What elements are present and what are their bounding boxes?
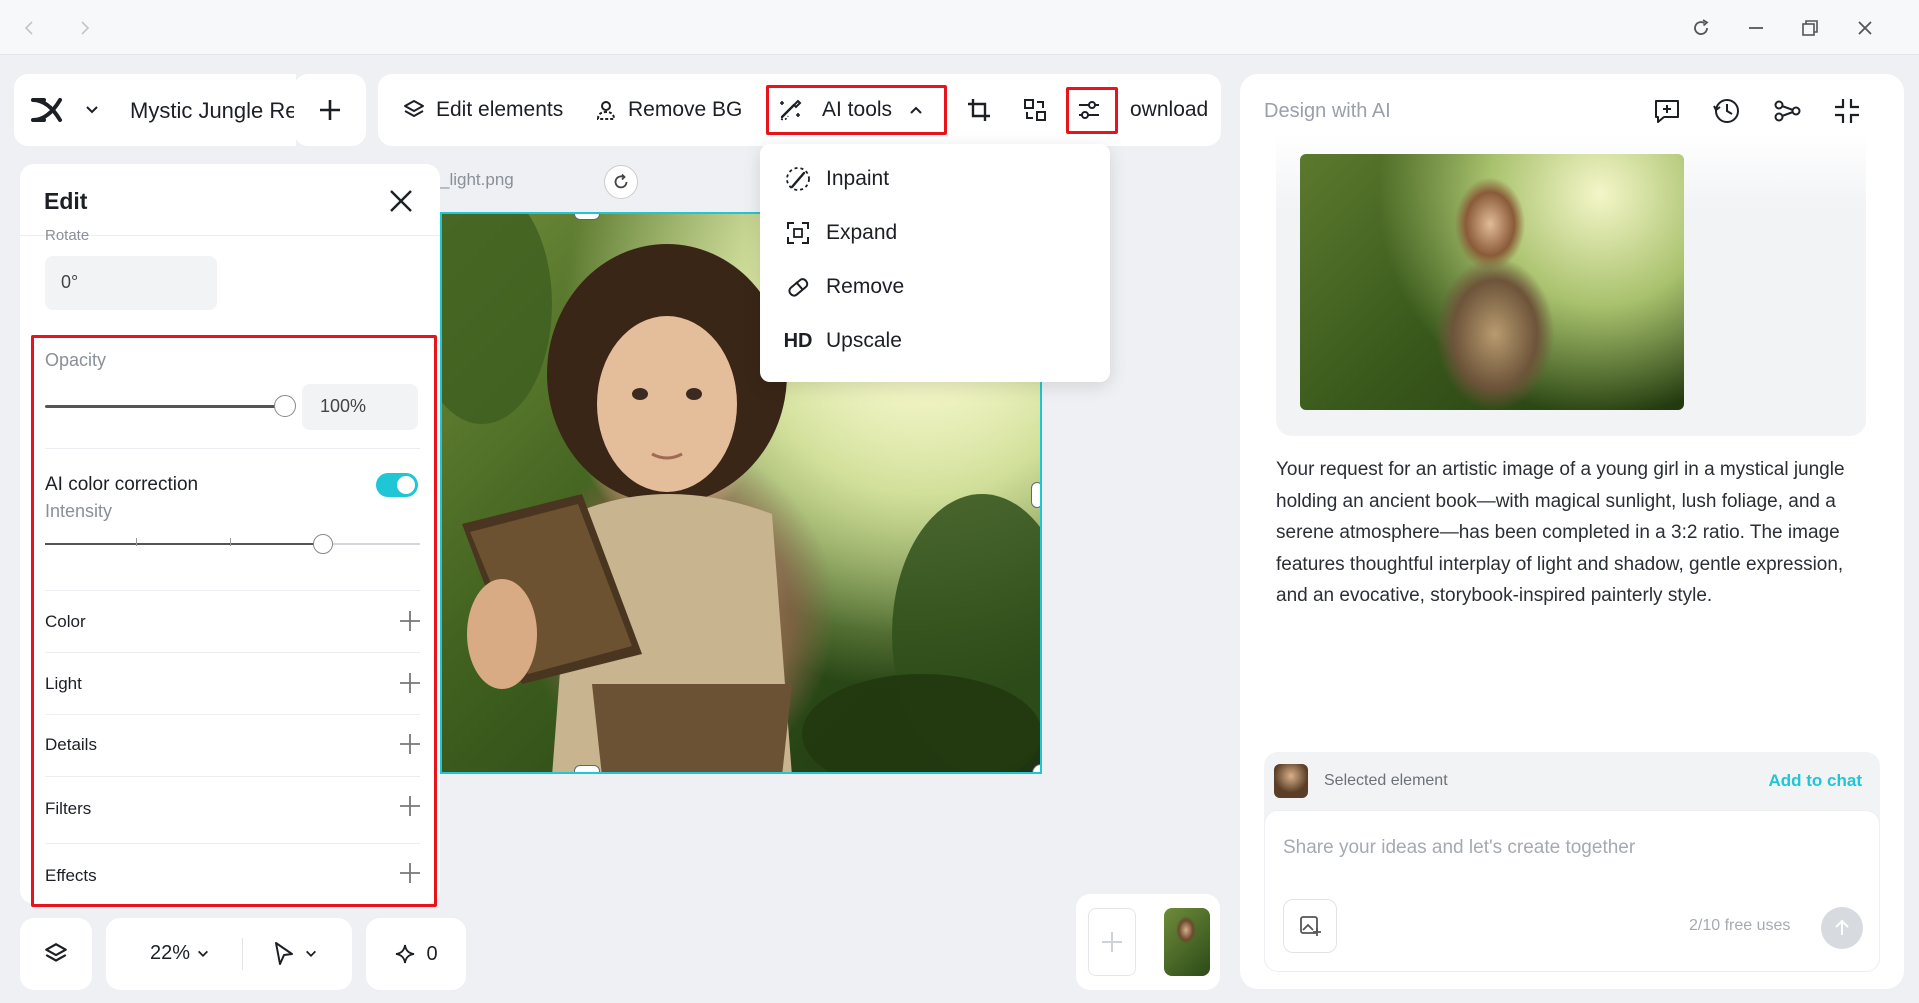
expand-icon <box>787 222 809 244</box>
page-thumbnail[interactable] <box>1164 908 1210 976</box>
menu-item-upscale[interactable]: HD Upscale <box>784 326 902 356</box>
rotate-icon <box>614 173 628 189</box>
crop-icon <box>968 99 990 121</box>
free-uses-count: 2/10 free uses <box>1689 917 1791 934</box>
zoom-divider <box>242 938 243 970</box>
canvas-filename: _light.png <box>440 170 514 189</box>
window-close-button[interactable] <box>1849 12 1881 44</box>
adjustments-highlight <box>31 335 437 907</box>
zoom-control: 22% <box>106 918 352 990</box>
chevron-down-icon <box>306 950 316 957</box>
crop-button[interactable] <box>966 74 992 146</box>
credits-count: 0 <box>426 942 438 965</box>
ai-tools-menu: Inpaint Expand Remove HD Upscale <box>760 144 1110 382</box>
rotate-input[interactable]: 0° <box>45 256 217 310</box>
menu-item-inpaint[interactable]: Inpaint <box>784 164 889 194</box>
design-with-ai-panel: Design with AI Your request for an artis… <box>1240 74 1904 989</box>
minimize-icon <box>1749 27 1763 29</box>
adjust-highlight <box>1066 87 1118 134</box>
restore-button[interactable] <box>1794 12 1826 44</box>
forward-button[interactable] <box>68 12 100 44</box>
logo-icon <box>31 98 62 122</box>
ai-panel-title: Design with AI <box>1264 100 1391 122</box>
add-button[interactable] <box>294 74 366 146</box>
logo-menu-chevron[interactable] <box>84 102 100 118</box>
chevron-left-icon <box>24 21 33 35</box>
arrow-up-icon <box>1835 919 1849 935</box>
generated-image-thumbnail[interactable] <box>1300 154 1684 410</box>
plus-icon <box>1102 932 1122 952</box>
rotate-handle[interactable] <box>604 165 638 199</box>
download-label: ownload <box>1130 98 1209 121</box>
inpaint-brush-icon <box>786 167 810 191</box>
selected-element-label: Selected element <box>1324 772 1448 789</box>
pointer-tool-dropdown[interactable] <box>272 940 318 968</box>
reload-icon <box>1694 19 1709 35</box>
app-logo-button[interactable] <box>30 96 66 124</box>
close-icon <box>390 190 412 212</box>
rotate-label: Rotate <box>45 227 90 244</box>
attach-image-button[interactable] <box>1283 899 1337 953</box>
menu-item-label: Remove <box>826 275 905 298</box>
back-button[interactable] <box>14 12 46 44</box>
chevron-down-icon <box>198 950 209 957</box>
add-page-button[interactable] <box>1088 908 1136 976</box>
menu-item-remove[interactable]: Remove <box>784 272 904 302</box>
menu-item-expand[interactable]: Expand <box>784 218 897 248</box>
edit-panel-close-button[interactable] <box>388 188 414 214</box>
restore-icon <box>1802 20 1818 36</box>
menu-item-label: Expand <box>826 221 898 244</box>
layers-icon <box>404 100 424 117</box>
reload-button[interactable] <box>1685 12 1717 44</box>
cursor-icon <box>275 942 293 965</box>
close-icon <box>1858 21 1872 35</box>
edit-elements-button[interactable]: Edit elements <box>402 74 563 146</box>
ai-tools-highlight <box>766 85 947 135</box>
image-add-icon <box>1300 916 1321 936</box>
chat-input[interactable]: Share your ideas and let's create togeth… <box>1283 837 1635 859</box>
chevron-down-icon <box>86 106 98 114</box>
zoom-dropdown[interactable]: 22% <box>150 942 210 965</box>
person-icon <box>596 101 616 120</box>
collapse-icon <box>1835 99 1859 123</box>
title-bar <box>0 0 1919 55</box>
resize-handle-top[interactable] <box>574 214 600 220</box>
remove-bg-label: Remove BG <box>628 98 743 121</box>
sparkle-icon <box>396 944 415 964</box>
chevron-right-icon <box>81 21 90 35</box>
remove-bg-button[interactable]: Remove BG <box>594 74 742 146</box>
hd-icon: HD <box>783 329 813 352</box>
transform-icon <box>1024 99 1046 121</box>
edit-panel-title: Edit <box>44 188 88 214</box>
selected-element-thumbnail <box>1274 764 1308 798</box>
layers-button[interactable] <box>20 918 92 990</box>
collapse-panel-button[interactable] <box>1832 96 1862 126</box>
edit-elements-label: Edit elements <box>436 98 564 121</box>
chat-input-box: Share your ideas and let's create togeth… <box>1264 810 1880 972</box>
ai-response-text: Your request for an artistic image of a … <box>1276 459 1845 606</box>
transform-button[interactable] <box>1022 74 1048 146</box>
share-icon <box>1774 100 1801 122</box>
history-button[interactable] <box>1712 96 1742 126</box>
project-title[interactable]: Mystic Jungle Re <box>130 98 294 124</box>
add-to-chat-link[interactable]: Add to chat <box>1769 771 1863 791</box>
project-header: Mystic Jungle Re <box>14 74 296 146</box>
send-button[interactable] <box>1821 907 1863 949</box>
history-icon <box>1713 99 1739 123</box>
eraser-icon <box>788 278 809 297</box>
zoom-value: 22% <box>150 942 191 964</box>
menu-item-label: Upscale <box>826 329 902 352</box>
new-chat-button[interactable] <box>1652 96 1682 126</box>
pages-strip <box>1076 894 1220 990</box>
menu-item-label: Inpaint <box>826 167 890 190</box>
layers-icon <box>45 943 67 962</box>
new-chat-icon <box>1655 100 1679 123</box>
plus-icon <box>320 100 340 120</box>
share-button[interactable] <box>1772 96 1802 126</box>
chat-composer: Selected element Add to chat Share your … <box>1264 752 1880 972</box>
minimize-button[interactable] <box>1740 12 1772 44</box>
download-button[interactable]: ownload <box>1130 74 1208 146</box>
credits-button[interactable]: 0 <box>366 918 466 990</box>
